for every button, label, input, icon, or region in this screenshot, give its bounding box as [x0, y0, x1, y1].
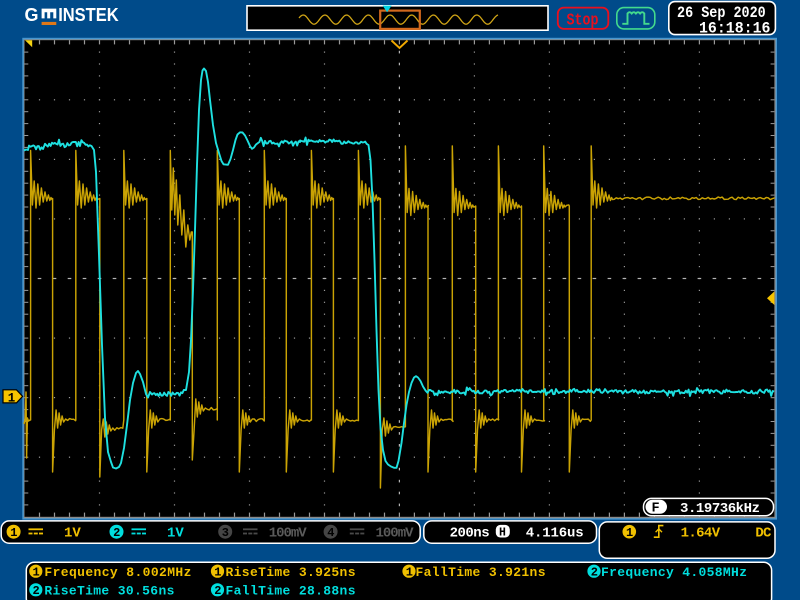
svg-text:2: 2	[214, 584, 221, 598]
svg-text:1: 1	[10, 526, 17, 540]
svg-text:2: 2	[33, 584, 40, 598]
svg-text:H: H	[499, 527, 506, 540]
svg-text:Stop: Stop	[567, 11, 599, 30]
svg-text:100mV: 100mV	[376, 525, 415, 541]
svg-text:FallTime 3.921ns: FallTime 3.921ns	[416, 565, 546, 580]
svg-text:1: 1	[406, 566, 413, 580]
svg-text:FallTime 28.88ns: FallTime 28.88ns	[226, 583, 356, 598]
svg-text:DC: DC	[755, 526, 772, 542]
svg-text:1.64V: 1.64V	[681, 526, 721, 542]
svg-text:3.19736kHz: 3.19736kHz	[680, 501, 760, 517]
svg-text:2: 2	[591, 566, 598, 580]
svg-text:1: 1	[214, 566, 221, 580]
svg-text:4: 4	[327, 526, 334, 540]
svg-text:3: 3	[222, 526, 229, 540]
svg-text:100mV: 100mV	[269, 525, 308, 541]
svg-text:1: 1	[33, 566, 40, 580]
svg-text:1: 1	[8, 391, 16, 405]
svg-text:16:18:16: 16:18:16	[699, 19, 771, 37]
svg-text:RiseTime 3.925ns: RiseTime 3.925ns	[226, 565, 356, 580]
svg-text:Frequency 4.058MHz: Frequency 4.058MHz	[601, 565, 747, 580]
svg-text:1V: 1V	[167, 526, 184, 542]
svg-text:RiseTime 30.56ns: RiseTime 30.56ns	[44, 583, 174, 598]
svg-text:F: F	[652, 502, 660, 517]
svg-text:200ns: 200ns	[450, 525, 490, 541]
svg-text:INSTEK: INSTEK	[58, 5, 118, 25]
svg-text:2: 2	[113, 526, 120, 540]
svg-text:Frequency 8.002MHz: Frequency 8.002MHz	[44, 565, 191, 580]
svg-text:1V: 1V	[64, 526, 81, 542]
svg-text:1: 1	[626, 526, 633, 540]
svg-text:4.116us: 4.116us	[526, 525, 584, 541]
svg-text:G: G	[25, 5, 39, 25]
